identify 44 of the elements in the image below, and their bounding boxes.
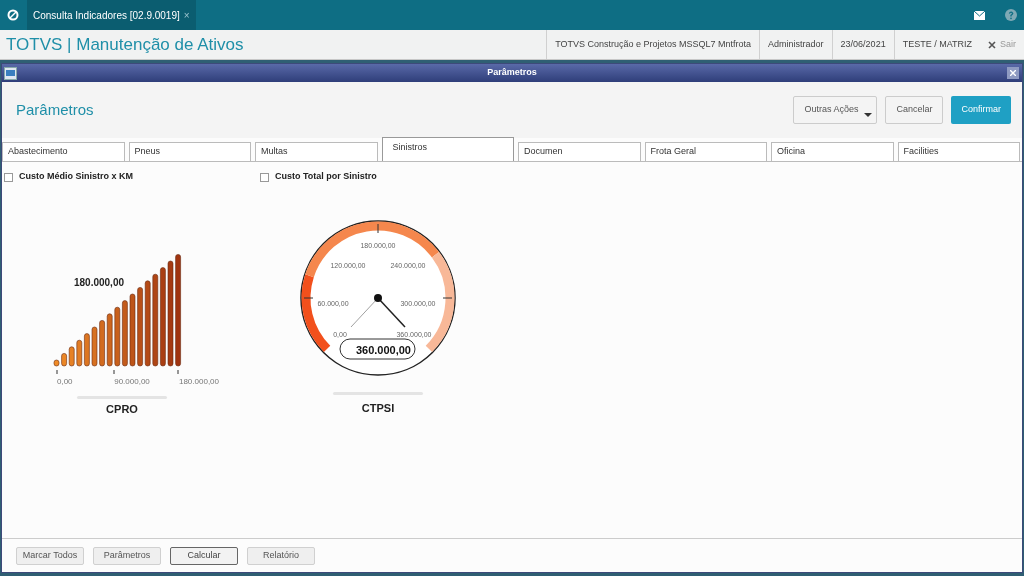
footer-button[interactable]: Relatório xyxy=(247,546,315,565)
footer-button[interactable]: Calcular xyxy=(170,546,238,565)
tick-mark xyxy=(177,369,179,375)
header-info: Administrador xyxy=(759,30,832,59)
mail-icon[interactable] xyxy=(974,10,985,20)
tab[interactable]: Documen xyxy=(518,142,641,161)
tab[interactable]: Sinistros xyxy=(381,137,514,161)
checkbox-label: Custo Total por Sinistro xyxy=(275,170,377,184)
tab[interactable]: Facilities xyxy=(897,142,1020,161)
help-icon[interactable] xyxy=(1005,9,1017,21)
checkbox[interactable] xyxy=(260,172,269,182)
app-tab[interactable]: Consulta Indicadores [02.9.0019] × xyxy=(27,0,196,30)
app-title: TOTVS | Manutenção de Ativos xyxy=(6,33,244,56)
tab[interactable]: Frota Geral xyxy=(644,142,767,161)
tab[interactable]: Abastecimento xyxy=(2,142,125,161)
caret-icon xyxy=(864,113,873,117)
window-icon xyxy=(4,66,17,80)
tab[interactable]: Pneus xyxy=(128,142,251,161)
logo-icon[interactable] xyxy=(7,9,19,21)
indicator-name: CTPSI xyxy=(361,402,395,414)
tick-mark xyxy=(56,369,58,375)
tick-label: 180.000,00 xyxy=(179,377,219,386)
tick-label: 0,00 xyxy=(57,377,73,386)
header-info: TOTVS Construção e Projetos MSSQL7 Mntfrota xyxy=(546,30,760,59)
tick-label: 90.000,00 xyxy=(114,377,150,386)
value-label: 180.000,00 xyxy=(73,277,125,288)
close-icon xyxy=(1010,70,1016,76)
dialog-title: Parâmetros xyxy=(487,66,537,80)
close-icon xyxy=(988,40,996,49)
footer-button[interactable]: Marcar Todos xyxy=(16,546,84,565)
checkbox[interactable] xyxy=(4,172,13,182)
value-label: 360.000,00 xyxy=(355,344,411,356)
footer-button[interactable]: Parâmetros xyxy=(93,546,161,565)
tab[interactable]: Oficina xyxy=(771,142,894,161)
close-button[interactable] xyxy=(1007,67,1019,79)
tick-mark xyxy=(113,369,115,375)
checkbox-label: Custo Médio Sinistro x KM xyxy=(19,170,133,184)
header-info: TESTE / MATRIZ xyxy=(893,30,980,59)
cancel-button[interactable]: Cancelar xyxy=(885,96,944,124)
header-info: 23/06/2021 xyxy=(831,30,894,59)
dialog-heading: Parâmetros xyxy=(16,99,94,120)
actions-menu-button[interactable]: Outras Ações xyxy=(793,96,878,124)
tab[interactable]: Multas xyxy=(255,142,378,161)
indicator-name: CPRO xyxy=(106,403,138,415)
